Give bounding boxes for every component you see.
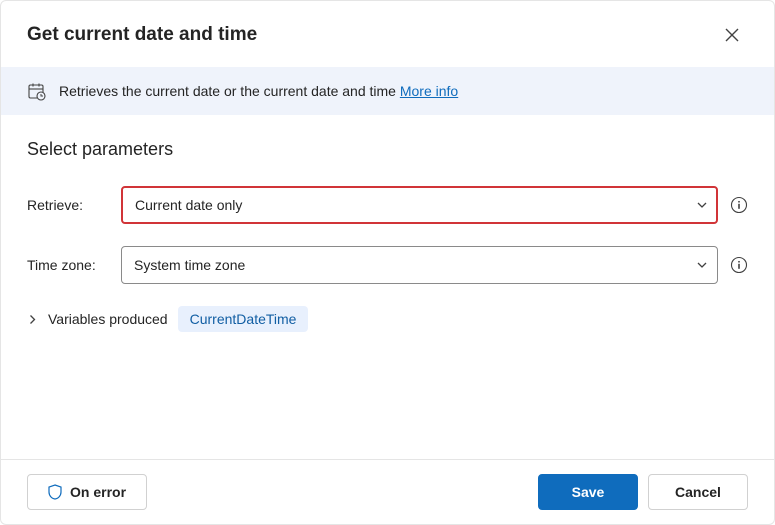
more-info-link[interactable]: More info (400, 83, 458, 99)
retrieve-select-wrap: Current date only (121, 186, 718, 224)
section-title: Select parameters (27, 139, 748, 160)
info-icon[interactable] (730, 196, 748, 214)
on-error-button[interactable]: On error (27, 474, 147, 510)
retrieve-select[interactable]: Current date only (121, 186, 718, 224)
retrieve-value: Current date only (135, 197, 242, 213)
chevron-right-icon[interactable] (27, 314, 38, 325)
timezone-label: Time zone: (27, 257, 109, 273)
retrieve-row: Retrieve: Current date only (27, 186, 748, 224)
info-icon[interactable] (730, 256, 748, 274)
dialog-footer: On error Save Cancel (1, 459, 774, 524)
timezone-value: System time zone (134, 257, 245, 273)
close-button[interactable] (716, 19, 748, 51)
timezone-select[interactable]: System time zone (121, 246, 718, 284)
cancel-button[interactable]: Cancel (648, 474, 748, 510)
shield-icon (48, 484, 62, 500)
dialog-title: Get current date and time (27, 24, 257, 46)
variable-chip[interactable]: CurrentDateTime (178, 306, 309, 332)
info-text: Retrieves the current date or the curren… (59, 83, 458, 99)
save-button[interactable]: Save (538, 474, 638, 510)
timezone-select-wrap: System time zone (121, 246, 718, 284)
info-bar: Retrieves the current date or the curren… (1, 67, 774, 115)
content-area: Select parameters Retrieve: Current date… (1, 115, 774, 459)
dialog-header: Get current date and time (1, 1, 774, 67)
retrieve-label: Retrieve: (27, 197, 109, 213)
on-error-label: On error (70, 484, 126, 500)
timezone-row: Time zone: System time zone (27, 246, 748, 284)
close-icon (725, 28, 739, 42)
variables-label: Variables produced (48, 311, 168, 327)
footer-actions: Save Cancel (538, 474, 748, 510)
calendar-clock-icon (27, 81, 47, 101)
info-description: Retrieves the current date or the curren… (59, 83, 400, 99)
variables-row: Variables produced CurrentDateTime (27, 306, 748, 332)
